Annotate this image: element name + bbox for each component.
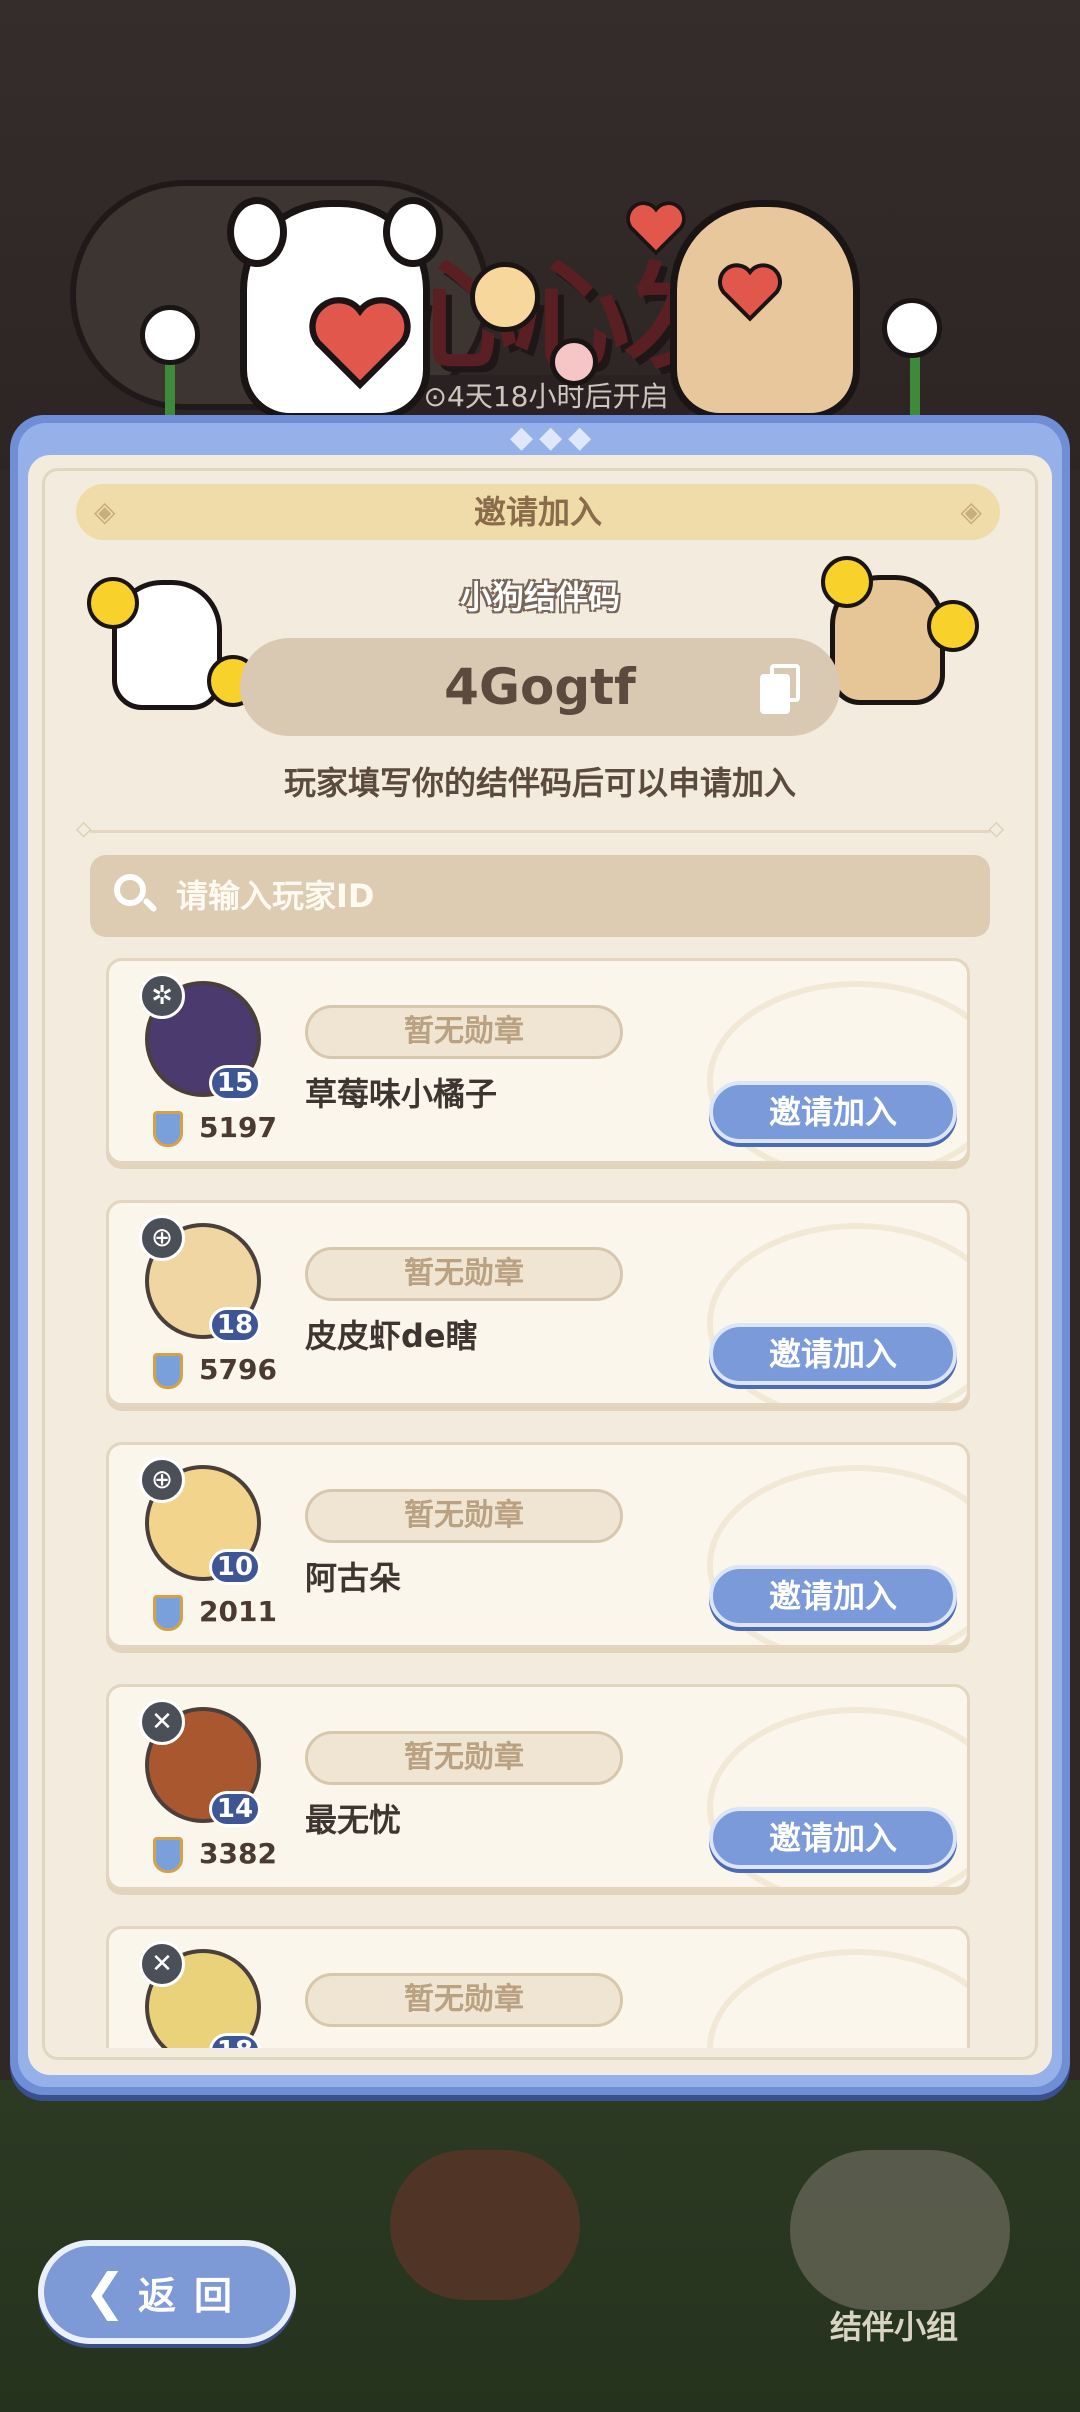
medal-status: 暂无勋章 bbox=[305, 1005, 623, 1059]
class-icon: ⊕ bbox=[139, 1457, 185, 1503]
player-list[interactable]: ✲ 15 5197 暂无勋章 草莓味小橘子 邀请加入 ⊕ 18 5796 暂无勋… bbox=[106, 958, 970, 2048]
player-name: 皮皮虾de瞎 bbox=[305, 1317, 478, 1355]
copy-icon[interactable] bbox=[760, 664, 800, 714]
panel-header: ◈ 邀请加入 ◈ bbox=[76, 484, 1000, 540]
player-card: ⊕ 10 2011 暂无勋章 阿古朵 邀请加入 bbox=[106, 1442, 970, 1648]
player-score: 3382 bbox=[199, 1837, 277, 1870]
search-box bbox=[90, 855, 990, 937]
class-icon: ✕ bbox=[139, 1941, 185, 1987]
player-card: ✕ 14 3382 暂无勋章 最无忧 邀请加入 bbox=[106, 1684, 970, 1890]
level-badge: 15 bbox=[209, 1065, 261, 1101]
flower-icon bbox=[882, 298, 942, 358]
player-id-input[interactable] bbox=[176, 877, 990, 915]
back-button[interactable]: ❮ 返回 bbox=[38, 2240, 296, 2344]
back-label: 返回 bbox=[137, 2273, 250, 2318]
shield-icon bbox=[153, 1353, 183, 1389]
event-timer: ⊙4天18小时后开启 bbox=[396, 375, 696, 419]
diamond-ornament-icon: ◆◆◆ bbox=[510, 420, 598, 455]
flower-icon bbox=[550, 338, 598, 386]
player-card: ✲ 15 5197 暂无勋章 草莓味小橘子 邀请加入 bbox=[106, 958, 970, 1164]
medal-status: 暂无勋章 bbox=[305, 1247, 623, 1301]
player-score: 5197 bbox=[199, 1111, 277, 1144]
player-card: ⊕ 18 5796 暂无勋章 皮皮虾de瞎 邀请加入 bbox=[106, 1200, 970, 1406]
search-icon[interactable] bbox=[114, 874, 158, 918]
diamond-icon: ◈ bbox=[94, 495, 116, 528]
player-card: ✕ 18 暂无勋章 bbox=[106, 1926, 970, 2048]
class-icon: ✕ bbox=[139, 1699, 185, 1745]
shield-icon bbox=[153, 1837, 183, 1873]
panel-title: 邀请加入 bbox=[473, 493, 602, 531]
back-arrow-icon: ❮ bbox=[84, 2263, 126, 2321]
divider bbox=[76, 816, 1004, 840]
shield-icon bbox=[153, 1111, 183, 1147]
invite-button[interactable]: 邀请加入 bbox=[709, 1081, 957, 1143]
medal-status: 暂无勋章 bbox=[305, 1489, 623, 1543]
level-badge: 10 bbox=[209, 1549, 261, 1585]
heart-icon bbox=[718, 263, 782, 322]
card-decoration bbox=[707, 1949, 967, 2048]
invite-hint: 玩家填写你的结伴码后可以申请加入 bbox=[283, 764, 796, 802]
player-name: 草莓味小橘子 bbox=[305, 1075, 498, 1113]
scene-creature bbox=[390, 2150, 580, 2300]
player-score: 2011 bbox=[199, 1595, 277, 1628]
group-label[interactable]: 结伴小组 bbox=[830, 2302, 958, 2348]
diamond-icon: ◈ bbox=[960, 495, 982, 528]
level-badge: 18 bbox=[209, 2033, 261, 2048]
partner-code: 4Gogtf bbox=[240, 638, 840, 736]
invite-button[interactable]: 邀请加入 bbox=[709, 1807, 957, 1869]
player-name: 阿古朵 bbox=[305, 1559, 402, 1597]
class-icon: ✲ bbox=[139, 973, 185, 1019]
partner-code-label: 小狗结伴码 bbox=[459, 578, 620, 616]
flower-icon bbox=[470, 262, 540, 332]
heart-icon bbox=[309, 297, 411, 390]
heart-icon bbox=[626, 201, 686, 256]
scene-dog bbox=[790, 2150, 1010, 2310]
level-badge: 18 bbox=[209, 1307, 261, 1343]
medal-status: 暂无勋章 bbox=[305, 1973, 623, 2027]
medal-status: 暂无勋章 bbox=[305, 1731, 623, 1785]
level-badge: 14 bbox=[209, 1791, 261, 1827]
invite-button[interactable]: 邀请加入 bbox=[709, 1323, 957, 1385]
class-icon: ⊕ bbox=[139, 1215, 185, 1261]
shield-icon bbox=[153, 1595, 183, 1631]
player-name: 最无忧 bbox=[305, 1801, 402, 1839]
flower-icon bbox=[140, 305, 200, 365]
player-score: 5796 bbox=[199, 1353, 277, 1386]
invite-button[interactable]: 邀请加入 bbox=[709, 1565, 957, 1627]
